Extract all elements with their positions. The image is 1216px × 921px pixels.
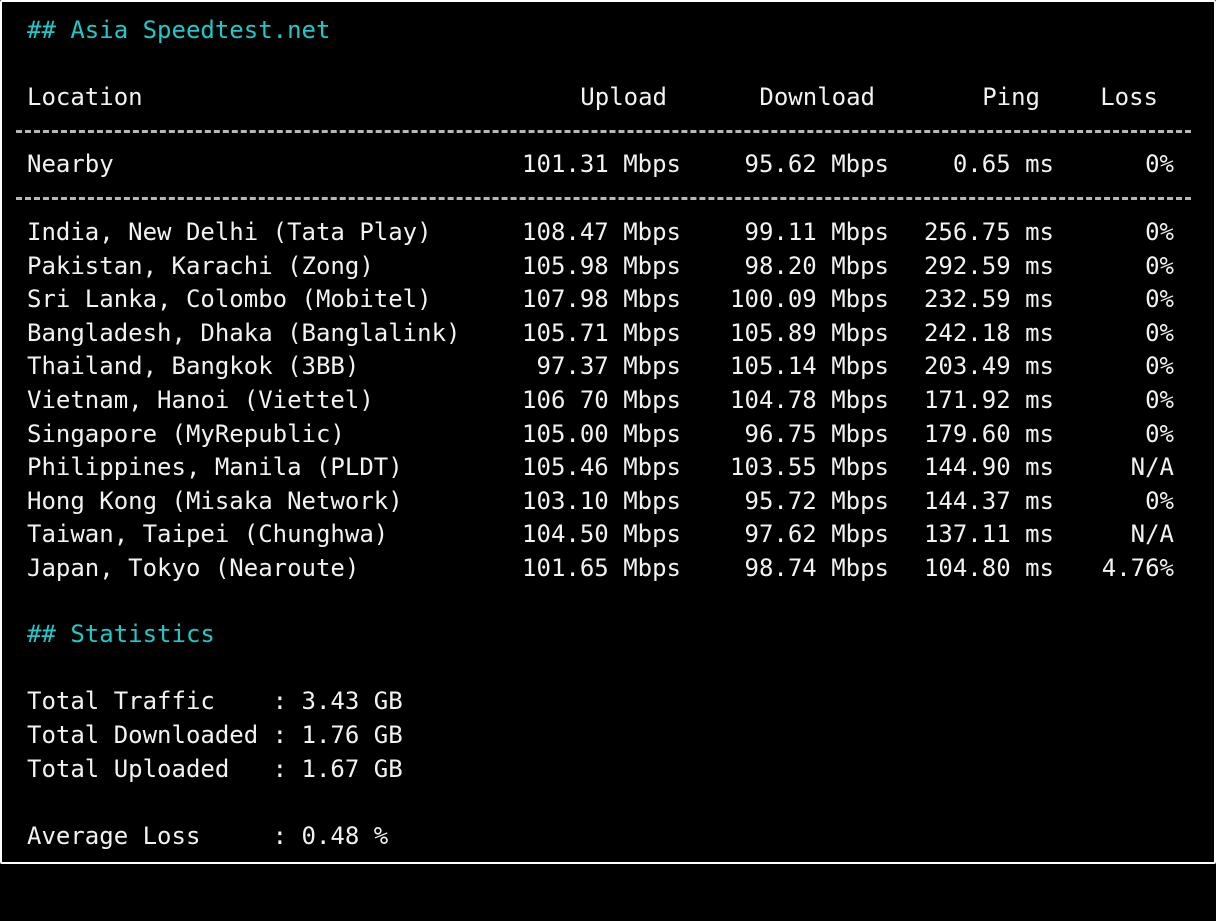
row-upload: 97.37 Mbps	[536, 352, 682, 380]
row-download: 105.89 Mbps	[730, 319, 889, 347]
row-download: 99.11 Mbps	[744, 218, 890, 246]
row-location: Bangladesh, Dhaka (Banglalink)	[27, 319, 461, 347]
row-upload: 107.98 Mbps	[522, 285, 681, 313]
row-ping: 0.65 ms	[952, 150, 1054, 178]
stat-average-loss: Average Loss : 0.48 %	[2, 819, 388, 853]
row-ping: 256.75 ms	[923, 218, 1054, 246]
table-row-nearby: Nearby 101.31 Mbps 95.62 Mbps 0.65 ms 0%	[2, 147, 1174, 181]
row-download: 95.72 Mbps	[744, 487, 890, 515]
row-loss: 0%	[1145, 319, 1174, 347]
terminal-window: ## Asia Speedtest.net Location Upload Do…	[0, 0, 1216, 864]
column-download: Download	[759, 83, 875, 111]
row-loss: 0%	[1145, 386, 1174, 414]
row-loss: 4.76%	[1101, 554, 1174, 582]
row-ping: 242.18 ms	[923, 319, 1054, 347]
row-upload: 108.47 Mbps	[522, 218, 681, 246]
row-upload: 104.50 Mbps	[522, 520, 681, 548]
row-loss: 0%	[1145, 218, 1174, 246]
stat-total-downloaded: Total Downloaded : 1.76 GB	[2, 718, 403, 752]
row-ping: 292.59 ms	[923, 252, 1054, 280]
row-ping: 104.80 ms	[923, 554, 1054, 582]
row-download: 95.62 Mbps	[744, 150, 890, 178]
row-upload: 105.46 Mbps	[522, 453, 681, 481]
column-upload: Upload	[580, 83, 667, 111]
speedtest-heading: ## Asia Speedtest.net	[2, 13, 330, 47]
row-download: 98.74 Mbps	[744, 554, 890, 582]
row-download: 100.09 Mbps	[730, 285, 889, 313]
row-ping: 232.59 ms	[923, 285, 1054, 313]
row-loss: 0%	[1145, 352, 1174, 380]
statistics-heading-text: ## Statistics	[27, 620, 215, 648]
statistics-heading: ## Statistics	[2, 617, 215, 651]
row-ping: 137.11 ms	[923, 520, 1054, 548]
stat-total-traffic: Total Traffic : 3.43 GB	[2, 684, 403, 718]
row-upload: 105.00 Mbps	[522, 420, 681, 448]
stat-total-uploaded-text: Total Uploaded : 1.67 GB	[27, 755, 403, 783]
row-ping: 203.49 ms	[923, 352, 1054, 380]
row-download: 98.20 Mbps	[744, 252, 890, 280]
row-loss: N/A	[1130, 520, 1174, 548]
row-loss: 0%	[1145, 285, 1174, 313]
row-loss: N/A	[1130, 453, 1174, 481]
row-loss: 0%	[1145, 252, 1174, 280]
column-loss: Loss	[1100, 83, 1158, 111]
row-location: Sri Lanka, Colombo (Mobitel)	[27, 285, 432, 313]
row-location: Nearby	[27, 150, 114, 178]
row-loss: 0%	[1145, 150, 1174, 178]
divider-line	[16, 130, 1191, 137]
row-upload: 103.10 Mbps	[522, 487, 681, 515]
row-ping: 179.60 ms	[923, 420, 1054, 448]
row-upload: 105.71 Mbps	[522, 319, 681, 347]
row-loss: 0%	[1145, 420, 1174, 448]
row-location: Thailand, Bangkok (3BB)	[27, 352, 360, 380]
row-upload: 105.98 Mbps	[522, 252, 681, 280]
row-location: India, New Delhi (Tata Play)	[27, 218, 432, 246]
stat-total-uploaded: Total Uploaded : 1.67 GB	[2, 752, 403, 786]
column-location: Location	[27, 83, 143, 111]
row-location: Philippines, Manila (PLDT)	[27, 453, 403, 481]
row-ping: 144.90 ms	[923, 453, 1054, 481]
stat-total-traffic-text: Total Traffic : 3.43 GB	[27, 687, 403, 715]
row-location: Japan, Tokyo (Nearoute)	[27, 554, 360, 582]
stat-average-loss-text: Average Loss : 0.48 %	[27, 822, 389, 850]
speedtest-heading-text: ## Asia Speedtest.net	[27, 16, 331, 44]
row-ping: 171.92 ms	[923, 386, 1054, 414]
row-download: 104.78 Mbps	[730, 386, 889, 414]
row-loss: 0%	[1145, 487, 1174, 515]
row-location: Hong Kong (Misaka Network)	[27, 487, 403, 515]
row-location: Pakistan, Karachi (Zong)	[27, 252, 374, 280]
row-download: 105.14 Mbps	[730, 352, 889, 380]
table-header: Location Upload Download Ping Loss	[2, 80, 1158, 114]
row-upload: 101.31 Mbps	[522, 150, 681, 178]
row-upload: 101.65 Mbps	[522, 554, 681, 582]
divider-line	[16, 197, 1191, 204]
row-download: 96.75 Mbps	[744, 420, 890, 448]
row-location: Taiwan, Taipei (Chunghwa)	[27, 520, 389, 548]
row-download: 97.62 Mbps	[744, 520, 890, 548]
row-location: Vietnam, Hanoi (Viettel)	[27, 386, 374, 414]
row-location: Singapore (MyRepublic)	[27, 420, 345, 448]
row-upload: 106 70 Mbps	[522, 386, 681, 414]
row-ping: 144.37 ms	[923, 487, 1054, 515]
row-download: 103.55 Mbps	[730, 453, 889, 481]
column-ping: Ping	[982, 83, 1040, 111]
stat-total-downloaded-text: Total Downloaded : 1.76 GB	[27, 721, 403, 749]
